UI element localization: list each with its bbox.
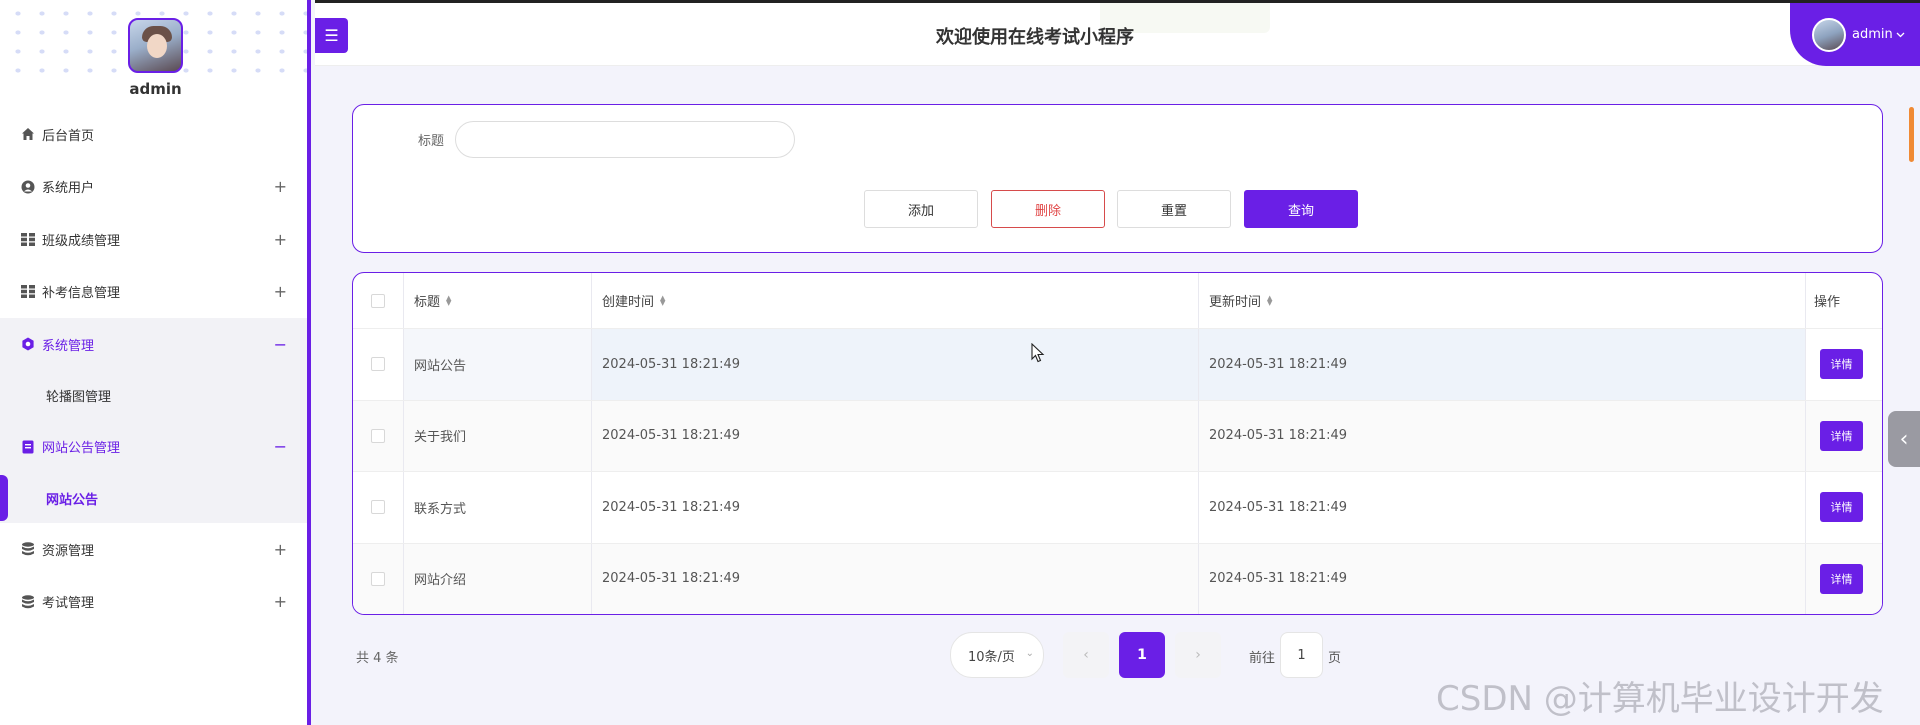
total-count: 共 4 条 xyxy=(356,651,399,666)
sidebar-item-label: 网站公告管理 xyxy=(42,441,121,457)
home-icon xyxy=(20,126,36,142)
cell-title: 网站公告 xyxy=(404,329,592,400)
row-checkbox[interactable] xyxy=(371,500,385,515)
column-updated[interactable]: 更新时间 ▲ ▼ xyxy=(1199,273,1806,328)
sidebar-username: admin xyxy=(0,80,307,108)
user-name: admin xyxy=(1852,27,1893,42)
plus-icon: + xyxy=(273,592,287,612)
sidebar-menu: 后台首页 系统用户 + 班级成绩管理 + 补考信息管理 + 系统管理 − 轮播图… xyxy=(0,108,307,628)
column-created[interactable]: 创建时间 ▲ ▼ xyxy=(592,273,1199,328)
page-title: 欢迎使用在线考试小程序 xyxy=(936,27,1134,48)
sidebar-profile: admin xyxy=(0,0,307,108)
user-circle-icon xyxy=(20,179,36,195)
plus-icon: + xyxy=(273,177,287,197)
grid-icon xyxy=(20,231,36,247)
detail-button[interactable]: 详情 xyxy=(1820,492,1863,523)
cell-created: 2024-05-31 18:21:49 xyxy=(592,329,1199,400)
plus-icon: + xyxy=(273,229,287,249)
cell-updated: 2024-05-31 18:21:49 xyxy=(1199,329,1806,400)
page-size-select[interactable]: 10条/页 ⌄ xyxy=(950,632,1044,678)
goto-label: 前往 xyxy=(1249,651,1276,666)
top-bar: ☰ 欢迎使用在线考试小程序 admin xyxy=(315,0,1920,66)
cell-created: 2024-05-31 18:21:49 xyxy=(592,543,1199,614)
sidebar-item-label: 班级成绩管理 xyxy=(42,233,121,249)
table-row[interactable]: 网站公告 2024-05-31 18:21:49 2024-05-31 18:2… xyxy=(353,328,1882,400)
sidebar-item-system-user[interactable]: 系统用户 + xyxy=(0,161,307,214)
row-checkbox[interactable] xyxy=(371,571,385,586)
reset-button[interactable]: 重置 xyxy=(1117,190,1231,228)
detail-button[interactable]: 详情 xyxy=(1820,563,1863,594)
grid-icon xyxy=(20,284,36,300)
database-icon xyxy=(20,541,36,557)
sidebar-item-label: 系统用户 xyxy=(42,181,95,197)
database-icon xyxy=(20,594,36,610)
search-panel: 标题 添加 删除 重置 查询 xyxy=(352,104,1883,253)
sidebar-subitem-carousel[interactable]: 轮播图管理 xyxy=(0,370,307,421)
sort-icon[interactable]: ▲ ▼ xyxy=(1267,294,1272,306)
minus-icon: − xyxy=(273,334,287,354)
sidebar-item-exam[interactable]: 考试管理 + xyxy=(0,576,307,629)
sort-icon[interactable]: ▲ ▼ xyxy=(660,294,665,306)
chevron-left-icon[interactable]: ‹ xyxy=(1888,411,1920,467)
sidebar-item-class-score[interactable]: 班级成绩管理 + xyxy=(0,213,307,266)
detail-button[interactable]: 详情 xyxy=(1820,420,1863,451)
select-all-checkbox[interactable] xyxy=(371,293,385,308)
cell-title: 网站介绍 xyxy=(404,543,592,614)
settings-icon xyxy=(20,336,36,352)
cell-title: 联系方式 xyxy=(404,472,592,543)
sidebar-subitem-notice[interactable]: 网站公告 xyxy=(0,473,307,523)
sidebar-item-home[interactable]: 后台首页 xyxy=(0,108,307,161)
table-row[interactable]: 联系方式 2024-05-31 18:21:49 2024-05-31 18:2… xyxy=(353,471,1882,543)
sidebar-item-label: 资源管理 xyxy=(42,543,95,559)
minus-icon: − xyxy=(273,437,287,457)
detail-button[interactable]: 详情 xyxy=(1820,349,1863,380)
page-number-button[interactable]: 1 xyxy=(1119,632,1165,678)
scrollbar[interactable] xyxy=(1909,107,1914,162)
title-search-input[interactable] xyxy=(455,121,795,158)
chevron-down-icon: ⌄ xyxy=(1025,648,1034,659)
cell-created: 2024-05-31 18:21:49 xyxy=(592,472,1199,543)
delete-button[interactable]: 删除 xyxy=(991,190,1105,228)
query-button[interactable]: 查询 xyxy=(1244,190,1358,228)
column-operation: 操作 xyxy=(1814,295,1841,310)
data-table: 标题 ▲ ▼ 创建时间 ▲ ▼ 更新时间 ▲ ▼ 操作 网站公告 2024-05-31… xyxy=(352,272,1883,615)
title-label: 标题 xyxy=(418,134,445,149)
chevron-down-icon xyxy=(1896,27,1905,42)
next-page-button[interactable]: › xyxy=(1175,632,1221,678)
avatar[interactable] xyxy=(128,18,183,73)
plus-icon: + xyxy=(273,539,287,559)
sidebar-item-label: 补考信息管理 xyxy=(42,286,121,302)
sidebar-item-label: 考试管理 xyxy=(42,596,95,612)
sidebar-item-makeup-info[interactable]: 补考信息管理 + xyxy=(0,266,307,319)
goto-suffix: 页 xyxy=(1328,651,1342,666)
sidebar-item-system-manage[interactable]: 系统管理 − xyxy=(0,318,307,371)
mouse-cursor-icon xyxy=(1031,342,1045,367)
sidebar-item-label: 后台首页 xyxy=(42,128,95,144)
table-row[interactable]: 网站介绍 2024-05-31 18:21:49 2024-05-31 18:2… xyxy=(353,542,1882,614)
document-icon xyxy=(20,439,36,455)
table-header: 标题 ▲ ▼ 创建时间 ▲ ▼ 更新时间 ▲ ▼ 操作 xyxy=(353,273,1882,328)
row-checkbox[interactable] xyxy=(371,428,385,443)
row-checkbox[interactable] xyxy=(371,357,385,372)
column-title[interactable]: 标题 ▲ ▼ xyxy=(404,273,592,328)
table-row[interactable]: 关于我们 2024-05-31 18:21:49 2024-05-31 18:2… xyxy=(353,399,1882,471)
sidebar-item-notice-manage[interactable]: 网站公告管理 − xyxy=(0,420,307,473)
cell-title: 关于我们 xyxy=(404,400,592,471)
watermark: CSDN @计算机毕业设计开发 xyxy=(1436,679,1884,719)
sidebar-item-label: 系统管理 xyxy=(42,338,95,354)
avatar xyxy=(1812,17,1846,52)
user-menu[interactable]: admin xyxy=(1790,3,1920,66)
add-button[interactable]: 添加 xyxy=(864,190,978,228)
plus-icon: + xyxy=(273,282,287,302)
cell-created: 2024-05-31 18:21:49 xyxy=(592,400,1199,471)
cell-updated: 2024-05-31 18:21:49 xyxy=(1199,400,1806,471)
cell-updated: 2024-05-31 18:21:49 xyxy=(1199,472,1806,543)
sidebar: admin 后台首页 系统用户 + 班级成绩管理 + 补考信息管理 + 系统管理… xyxy=(0,0,311,725)
prev-page-button[interactable]: ‹ xyxy=(1063,632,1109,678)
sidebar-item-resource[interactable]: 资源管理 + xyxy=(0,523,307,576)
sort-icon[interactable]: ▲ ▼ xyxy=(446,294,451,306)
cell-updated: 2024-05-31 18:21:49 xyxy=(1199,543,1806,614)
goto-page-input[interactable] xyxy=(1280,632,1323,678)
